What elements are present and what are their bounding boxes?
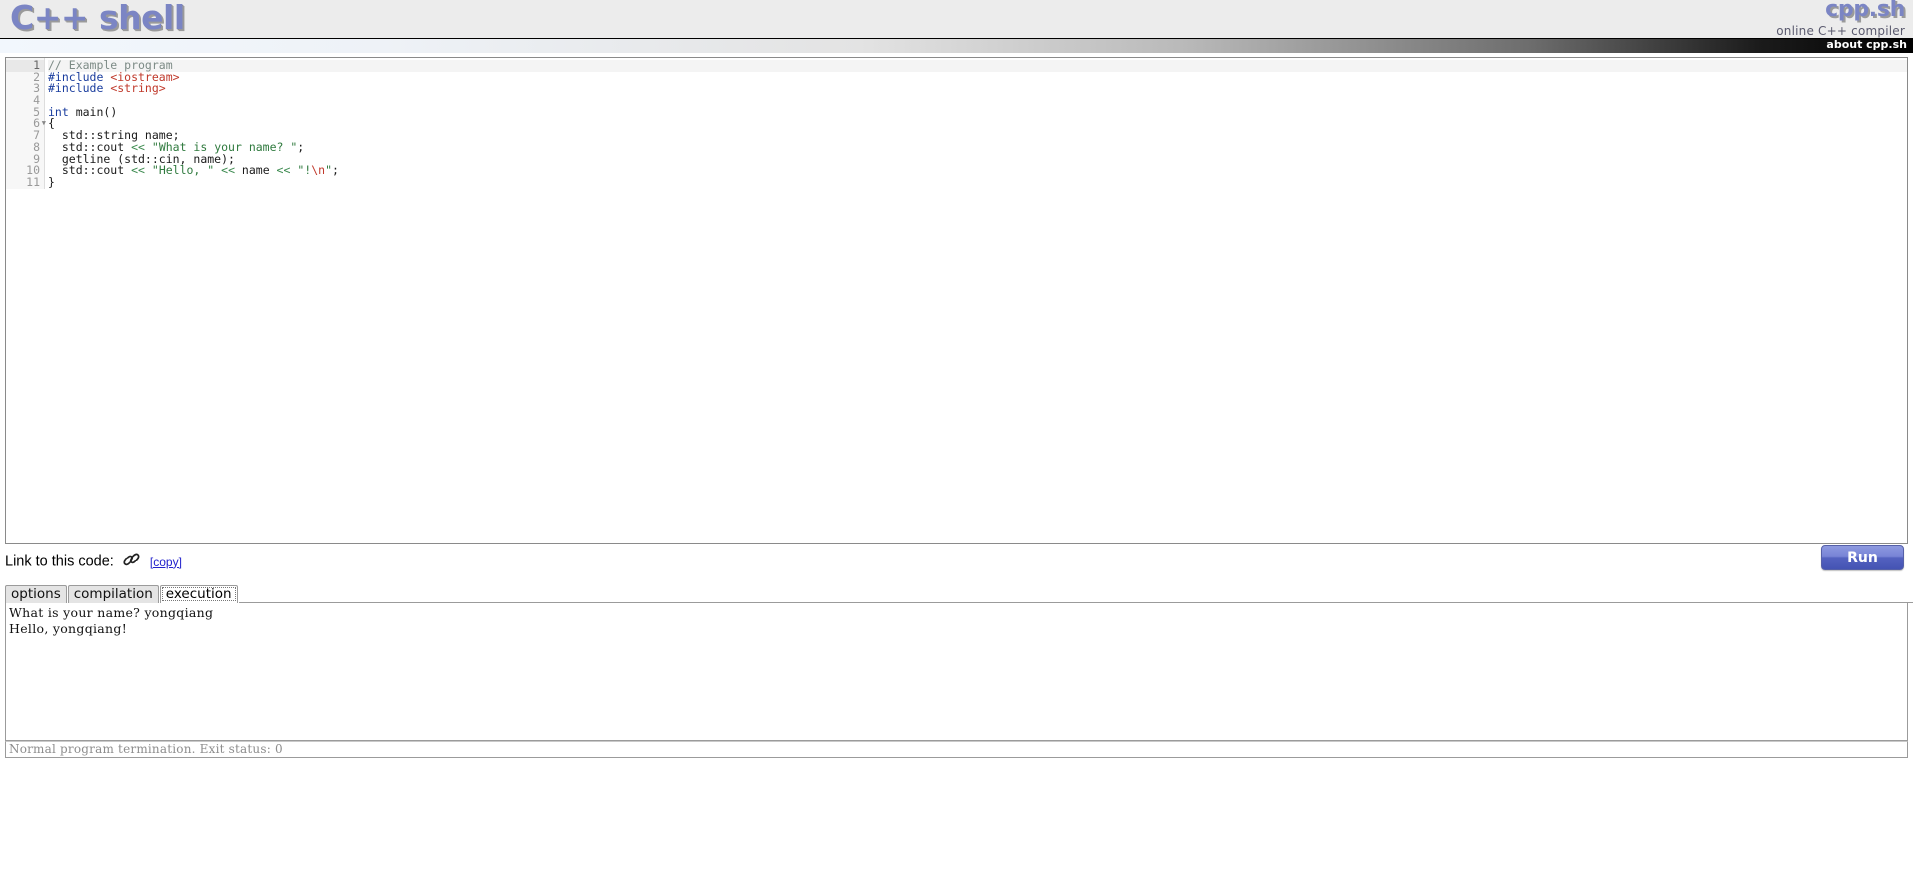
code-token: name (235, 163, 277, 178)
tab-compilation[interactable]: compilation (67, 585, 159, 603)
code-line: std::cout << "Hello, " << name << "!\n"; (48, 163, 1907, 178)
code-token: << (131, 163, 145, 178)
code-line: int main() (48, 104, 1907, 119)
code-line: #include <string> (48, 83, 1907, 95)
execution-output-text: What is your name? yongqiang Hello, yong… (9, 605, 214, 636)
code-content[interactable]: // Example program #include <iostream> #in… (45, 58, 1907, 189)
copy-link-button[interactable]: [copy] (150, 555, 182, 569)
code-token: ; (297, 139, 305, 154)
tab-options[interactable]: options (5, 585, 67, 603)
code-token: #include (48, 81, 111, 96)
code-token: "Hello, " (151, 163, 215, 178)
site-logo: C++ shell (10, 0, 185, 37)
page-header: C++ shell cpp.sh online C++ compiler (0, 0, 1913, 38)
code-editor[interactable]: 1 2 3 4 5 6 ▼ 7 8 9 10 11 // Example program #includ… (6, 58, 1907, 189)
code-fold-arrow-icon[interactable]: ▼ (42, 118, 46, 130)
code-line: // Example program (48, 59, 1907, 72)
code-line: std::string name; (48, 129, 1907, 142)
link-to-code-label: Link to this code: (5, 553, 114, 570)
code-token: main() (68, 104, 118, 119)
code-token: } (48, 174, 55, 189)
code-token: << (221, 163, 235, 178)
status-bar: Normal program termination. Exit status:… (5, 741, 1908, 758)
code-token: ; (332, 163, 339, 178)
nav-bar: about cpp.sh (0, 38, 1913, 53)
code-token: << (276, 163, 291, 178)
result-tabs: options compilation execution (5, 584, 1913, 603)
code-token: " (325, 163, 333, 178)
line-number: 11 (26, 174, 40, 189)
execution-output-panel[interactable]: What is your name? yongqiang Hello, yong… (5, 603, 1908, 741)
code-token: \n (311, 163, 326, 178)
code-line: #include <iostream> (48, 71, 1907, 84)
brand-block: cpp.sh online C++ compiler (1776, 0, 1905, 37)
brand-tagline: online C++ compiler (1776, 24, 1905, 38)
link-to-code-row: Link to this code: [copy] Run (5, 545, 1913, 582)
run-button[interactable]: Run (1821, 545, 1904, 570)
chain-link-icon[interactable] (123, 552, 140, 571)
brand-name: cpp.sh (1825, 0, 1905, 22)
code-line: std::cout << "What is your name? "; (48, 139, 1907, 154)
code-line: { (48, 118, 1907, 130)
code-line: } (48, 174, 1907, 189)
tab-execution[interactable]: execution (159, 585, 238, 603)
code-editor-panel[interactable]: 1 2 3 4 5 6 ▼ 7 8 9 10 11 // Example program #includ… (5, 57, 1908, 544)
code-token: <string> (110, 81, 166, 96)
line-number-gutter: 1 2 3 4 5 6 ▼ 7 8 9 10 11 (6, 58, 46, 189)
code-token: std::cout (48, 163, 132, 178)
tabs-filler (238, 585, 1913, 603)
about-cpp-sh-link[interactable]: about cpp.sh (1826, 38, 1907, 52)
